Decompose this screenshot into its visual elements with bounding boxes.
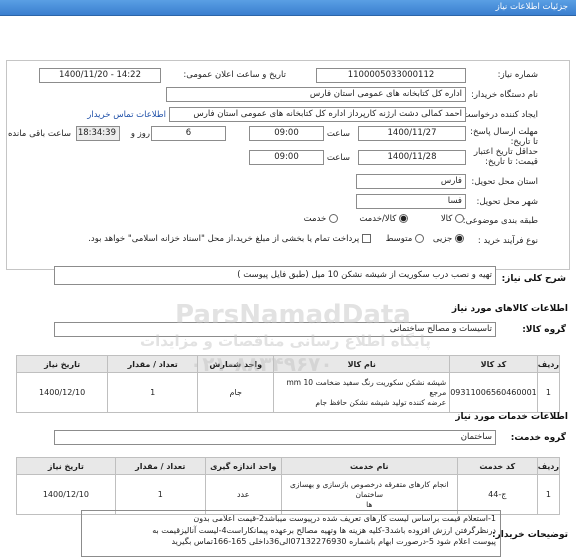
summary-field: تهیه و نصب درب سکوریت از شیشه نشکن 10 می… — [54, 266, 496, 285]
buyer-contact-link[interactable]: اطلاعات تماس خریدار — [87, 110, 166, 120]
cell-name: انجام کارهای متفرقه درخصوص بازسازی و بهس… — [280, 474, 458, 515]
deadline-date-field: 1400/11/27 — [358, 126, 466, 141]
category-option-service[interactable]: خدمت — [304, 214, 338, 224]
cell-qty: 1 — [114, 474, 206, 515]
days-label: روز و — [130, 129, 150, 139]
remaining-label: ساعت باقی مانده — [7, 129, 71, 139]
announce-label: تاریخ و ساعت اعلان عمومی: — [183, 70, 286, 80]
goods-group-field: تاسیسات و مصالح ساختمانی — [54, 322, 496, 337]
creator-label: ایجاد کننده درخواست: — [459, 110, 538, 120]
need-number-label: شماره نیاز: — [497, 70, 538, 80]
col-code: کد خدمت — [456, 457, 538, 475]
cell-unit: عدد — [204, 474, 282, 515]
col-row: ردیف — [536, 457, 561, 475]
checkbox-icon — [362, 234, 371, 243]
services-table-header: ردیف کد خدمت نام خدمت واحد اندازه گیری ت… — [16, 457, 561, 475]
services-group-label: گروه خدمت: — [510, 433, 566, 443]
goods-group-label: گروه کالا: — [522, 325, 566, 335]
price-valid-date-field: 1400/11/28 — [358, 150, 466, 165]
col-date: تاریخ نیاز — [16, 457, 116, 475]
cell-date: 1400/12/10 — [15, 372, 109, 413]
cell-row: 1 — [536, 474, 561, 515]
deadline-time-field: 09:00 — [249, 126, 324, 141]
cell-row: 1 — [536, 372, 561, 413]
buyer-org-label: نام دستگاه خریدار: — [471, 90, 538, 100]
days-field: 6 — [151, 126, 226, 141]
radio-selected-icon — [399, 214, 408, 223]
page-header: جزئیات اطلاعات نیاز — [0, 0, 576, 16]
cell-unit: جام — [197, 372, 275, 413]
table-row: 1 09311006560460001 شیشه نشکن سکوریت رنگ… — [15, 372, 561, 413]
treasury-payment-checkbox[interactable]: پرداخت تمام یا بخشی از مبلغ خرید،از محل … — [88, 234, 371, 244]
price-valid-time-label: ساعت — [326, 153, 350, 163]
col-unit: واحد شمارش — [197, 355, 275, 373]
notes-field: 1-استعلام قیمت براساس لیست کارهای تعریف … — [81, 510, 501, 557]
purchase-option-minor[interactable]: جزیی — [433, 234, 464, 244]
radio-selected-icon — [455, 234, 464, 243]
col-row: ردیف — [536, 355, 561, 373]
price-valid-label: حداقل تاریخ اعتبار قیمت: تا تاریخ: — [473, 147, 538, 167]
cell-code: 09311006560460001 — [449, 372, 538, 413]
services-section-title: اطلاعات خدمات مورد نیاز — [455, 412, 568, 422]
table-row: 1 ج-44 انجام کارهای متفرقه درخصوص بازساز… — [16, 474, 561, 515]
remaining-time-field: 18:34:39 — [76, 126, 120, 141]
purchase-type-label: نوع فرآیند خرید : — [477, 236, 538, 246]
province-field: فارس — [356, 174, 466, 189]
category-option-goods-service[interactable]: کالا/خدمت — [359, 214, 408, 224]
cell-date: 1400/12/10 — [16, 474, 116, 515]
services-group-field: ساختمان — [54, 430, 496, 445]
notes-label: توضیحات خریدار: — [492, 530, 568, 540]
purchase-option-medium[interactable]: متوسط — [386, 234, 424, 244]
price-valid-time-field: 09:00 — [249, 150, 324, 165]
col-name: نام کالا — [273, 355, 451, 373]
cell-code: ج-44 — [456, 474, 538, 515]
cell-name: شیشه نشکن سکوریت رنگ سفید ضخامت 10 mm مر… — [273, 372, 451, 413]
radio-icon — [455, 214, 464, 223]
summary-label: شرح کلی نیاز: — [501, 274, 566, 284]
col-qty: تعداد / مقدار — [114, 457, 206, 475]
page-title: جزئیات اطلاعات نیاز — [495, 2, 568, 12]
category-label: طبقه بندی موضوعی: — [462, 216, 538, 226]
buyer-org-field: اداره کل کتابخانه های عمومی استان فارس — [166, 87, 466, 102]
radio-icon — [329, 214, 338, 223]
services-table: ردیف کد خدمت نام خدمت واحد اندازه گیری ت… — [16, 457, 561, 515]
goods-table-header: ردیف کد کالا نام کالا واحد شمارش تعداد /… — [15, 355, 561, 373]
cell-qty: 1 — [107, 372, 199, 413]
deadline-label: مهلت ارسال پاسخ: تا تاریخ: — [470, 127, 538, 147]
col-name: نام خدمت — [280, 457, 458, 475]
goods-table: ردیف کد کالا نام کالا واحد شمارش تعداد /… — [15, 355, 561, 413]
deadline-time-label: ساعت — [326, 129, 350, 139]
city-label: شهر محل تحویل: — [476, 197, 538, 207]
goods-section-title: اطلاعات کالاهای مورد نیاز — [451, 304, 568, 314]
col-date: تاریخ نیاز — [15, 355, 109, 373]
province-label: استان محل تحویل: — [471, 177, 538, 187]
creator-field: احمد کمالی دشت ارژنه کارپرداز اداره کل ک… — [169, 107, 466, 122]
col-qty: تعداد / مقدار — [107, 355, 199, 373]
radio-icon — [415, 234, 424, 243]
category-option-goods[interactable]: کالا — [441, 214, 464, 224]
city-field: فسا — [356, 194, 466, 209]
announce-field: 1400/11/20 - 14:22 — [39, 68, 161, 83]
col-unit: واحد اندازه گیری — [204, 457, 282, 475]
need-number-field: 1100005033000112 — [316, 68, 466, 83]
col-code: کد کالا — [449, 355, 538, 373]
